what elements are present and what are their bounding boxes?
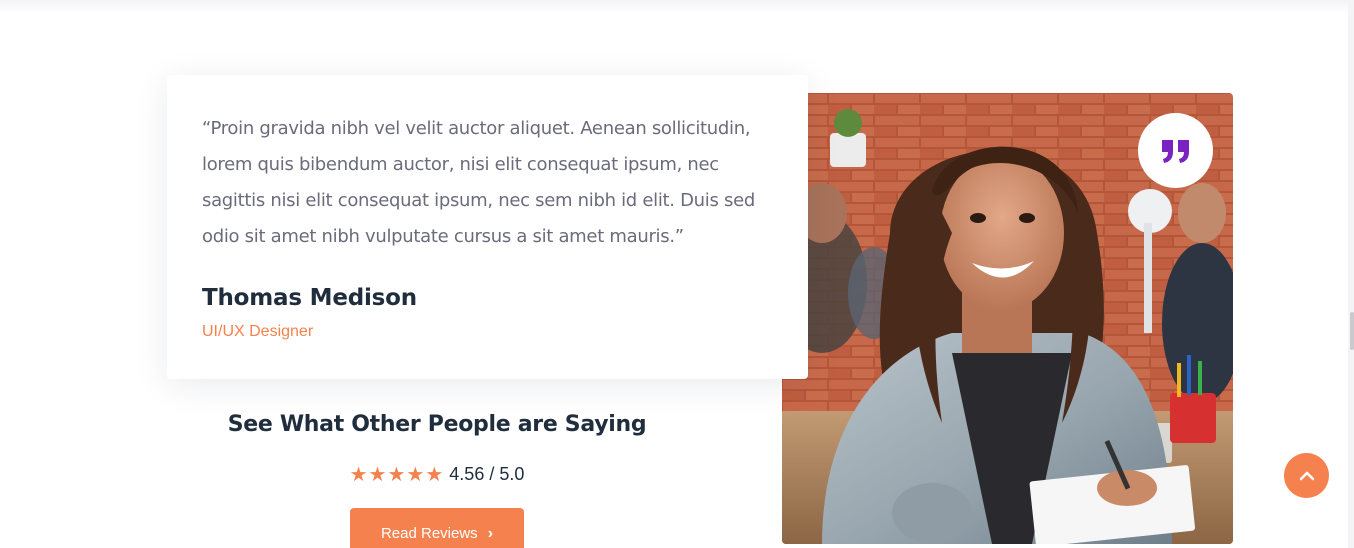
author-name: Thomas Medison [202, 285, 417, 311]
reviews-heading: See What Other People are Saying [227, 412, 647, 437]
scrollbar[interactable] [1348, 0, 1354, 548]
read-reviews-label: Read Reviews [380, 525, 478, 542]
star-rating-icons: ★★★★★ [349, 464, 445, 486]
rating-value: 4.56 / 5.0 [449, 464, 525, 484]
read-reviews-button[interactable]: Read Reviews › [350, 508, 524, 548]
scrollbar-thumb[interactable] [1350, 312, 1354, 350]
header-shadow [0, 0, 1354, 14]
author-role: UI/UX Designer [202, 323, 314, 340]
testimonial-section: “Proin gravida nibh vel velit auctor ali… [0, 0, 1354, 548]
chevron-up-icon [1299, 471, 1314, 480]
testimonial-card: “Proin gravida nibh vel velit auctor ali… [167, 75, 808, 379]
chevron-right-icon: › [487, 525, 494, 542]
back-to-top-button[interactable] [1284, 453, 1329, 498]
quote-badge [1138, 113, 1213, 188]
rating-summary: ★★★★★ 4.56 / 5.0 [167, 462, 707, 487]
quote-icon [1161, 139, 1189, 163]
testimonial-quote: “Proin gravida nibh vel velit auctor ali… [202, 118, 755, 247]
